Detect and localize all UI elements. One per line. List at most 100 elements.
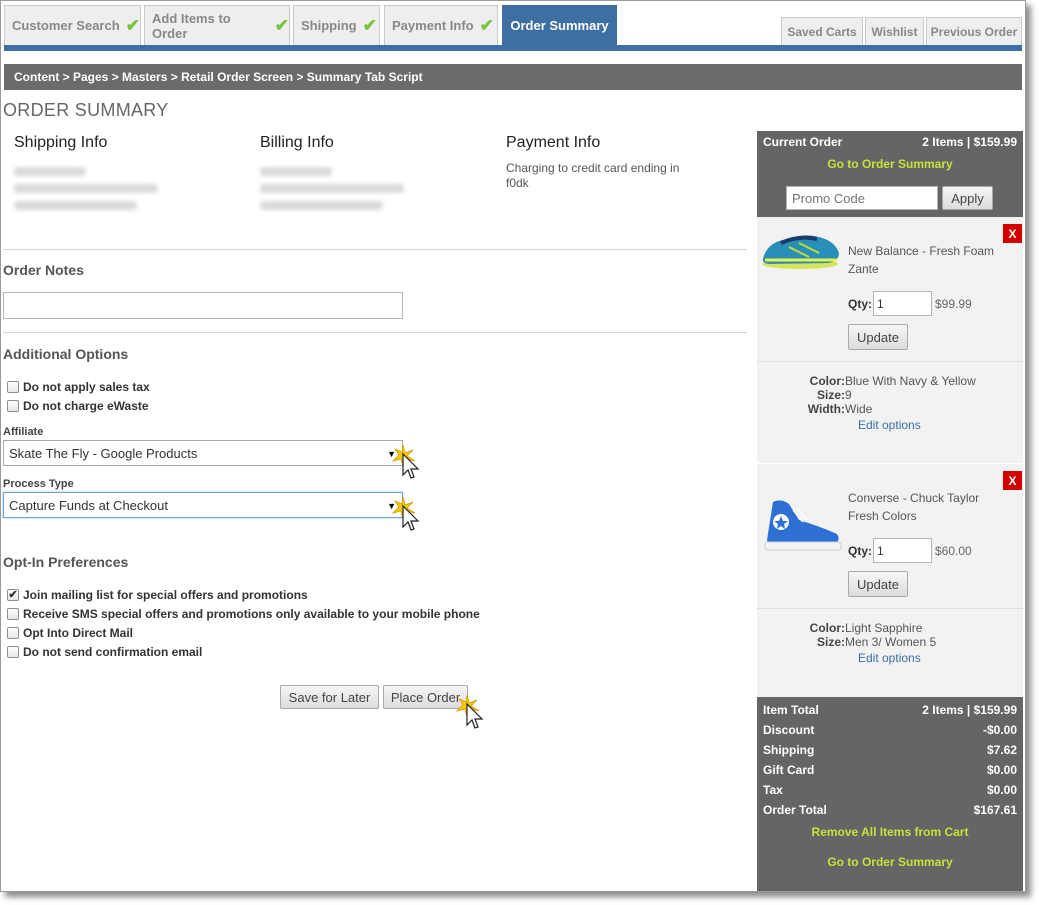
process-type-select[interactable]: Capture Funds at Checkout ▼ [3,492,403,518]
tab-add-items[interactable]: Add Items to Order ✔ [144,5,290,45]
order-notes-input[interactable] [3,292,403,319]
check-icon: ✔ [125,15,140,35]
go-to-summary-link[interactable]: Go to Order Summary [757,157,1023,171]
shipping-info-title: Shipping Info [14,134,108,151]
option-value: Blue With Navy & Yellow [845,374,976,388]
billing-info-title: Billing Info [260,134,334,151]
no-ewaste-checkbox[interactable] [7,400,19,412]
click-cursor-icon [455,694,484,729]
redacted-text [14,184,158,193]
save-for-later-button[interactable]: Save for Later [280,685,379,709]
qty-input[interactable] [873,538,932,563]
page-title: ORDER SUMMARY [3,100,169,120]
tab-customer-search[interactable]: Customer Search ✔ [4,5,141,45]
tab-underline [4,45,1022,51]
shoe-image [762,235,839,269]
tab-saved-carts[interactable]: Saved Carts [781,17,863,45]
checkbox-label: Join mailing list for special offers and… [23,588,308,602]
option-key: Color: [809,374,845,388]
item-price: $99.99 [935,297,972,311]
affiliate-select[interactable]: Skate The Fly - Google Products ▼ [3,440,403,466]
totals-row: Tax $0.00 [763,783,1017,797]
tab-wishlist[interactable]: Wishlist [865,17,924,45]
edit-options-link[interactable]: Edit options [858,418,921,432]
check-icon: ✔ [274,15,289,35]
totals-label: Shipping [763,743,815,757]
cart-item: X New Balance - Fresh Foam Zante Qty: $9… [757,217,1023,463]
direct-mail-checkbox[interactable] [7,627,19,639]
go-to-summary-link-bottom[interactable]: Go to Order Summary [757,855,1023,869]
edit-options-link[interactable]: Edit options [858,651,921,665]
update-button[interactable]: Update [848,324,908,350]
totals-label: Tax [763,783,783,797]
totals-label: Item Total [763,703,819,717]
option-value: Light Sapphire [845,621,923,635]
checkbox-label: Opt Into Direct Mail [23,626,134,640]
redacted-text [14,167,86,176]
redacted-text [14,201,137,210]
promo-code-input[interactable] [786,186,938,210]
item-price: $60.00 [935,544,972,558]
totals-label: Gift Card [763,763,815,777]
no-sales-tax-option: Do not apply sales tax [7,380,150,394]
checkbox-label: Do not charge eWaste [23,399,149,413]
totals-value: $7.62 [986,743,1017,757]
sms-checkbox[interactable] [7,608,19,620]
qty-input[interactable] [873,291,932,316]
order-screen-window: Customer Search ✔ Add Items to Order ✔ S… [0,0,1026,892]
direct-mail-option: Opt Into Direct Mail [7,626,133,640]
totals-value: $167.61 [973,803,1017,817]
option-key: Color: [809,621,845,635]
totals-row: Gift Card $0.00 [763,763,1017,777]
update-button[interactable]: Update [848,571,908,597]
payment-info-title: Payment Info [506,134,601,151]
mailing-list-checkbox[interactable]: ✔ [7,589,19,601]
checkbox-label: Do not apply sales tax [23,380,150,394]
divider [3,332,747,333]
item-name: New Balance - Fresh Foam Zante [848,244,995,276]
option-value: 9 [845,388,852,402]
process-type-label: Process Type [3,478,74,490]
item-name: Converse - Chuck Taylor Fresh Colors [848,491,980,523]
option-value: Wide [845,402,873,416]
remove-item-button[interactable]: X [1003,471,1022,490]
tab-payment-info[interactable]: Payment Info ✔ [384,5,498,45]
sms-option: Receive SMS special offers and promotion… [7,607,480,621]
affiliate-label: Affiliate [3,426,44,438]
order-totals-panel: Item Total 2 Items | $159.99 Discount -$… [757,697,1023,891]
tab-previous-order[interactable]: Previous Order [926,17,1022,45]
no-confirmation-checkbox[interactable] [7,646,19,658]
redacted-text [260,167,332,176]
totals-row: Item Total 2 Items | $159.99 [763,703,1017,717]
check-icon: ✔ [479,15,494,35]
qty-label: Qty: [848,544,872,558]
tab-shipping[interactable]: Shipping ✔ [293,5,380,45]
no-sales-tax-checkbox[interactable] [7,381,19,393]
click-cursor-icon [391,444,420,479]
current-order-panel: Current Order 2 Items | $159.99 Go to Or… [757,131,1023,217]
current-order-summary: 2 Items | $159.99 [922,135,1017,149]
divider [757,608,1023,609]
tab-bar: Customer Search ✔ Add Items to Order ✔ S… [1,1,1025,53]
checkbox-label: Receive SMS special offers and promotion… [23,607,480,621]
remove-all-items-link[interactable]: Remove All Items from Cart [757,825,1023,839]
qty-label: Qty: [848,297,872,311]
totals-row: Order Total $167.61 [763,803,1017,817]
remove-item-button[interactable]: X [1003,224,1022,243]
divider [757,361,1023,362]
option-key: Size: [816,635,845,649]
select-value: Capture Funds at Checkout [9,497,168,513]
check-icon: ✔ [362,15,377,35]
option-value: Men 3/ Women 5 [845,635,937,649]
select-value: Skate The Fly - Google Products [9,445,198,461]
apply-promo-button[interactable]: Apply [942,186,993,210]
tab-label: Customer Search [12,18,120,33]
totals-label: Order Total [763,803,827,817]
tab-label: Shipping [301,18,357,33]
tab-order-summary[interactable]: Order Summary [502,5,617,45]
totals-value: -$0.00 [982,723,1017,737]
no-confirmation-option: Do not send confirmation email [7,645,202,659]
tab-label: Payment Info [392,18,474,33]
checkbox-label: Do not send confirmation email [23,645,203,659]
order-notes-title: Order Notes [3,262,84,278]
